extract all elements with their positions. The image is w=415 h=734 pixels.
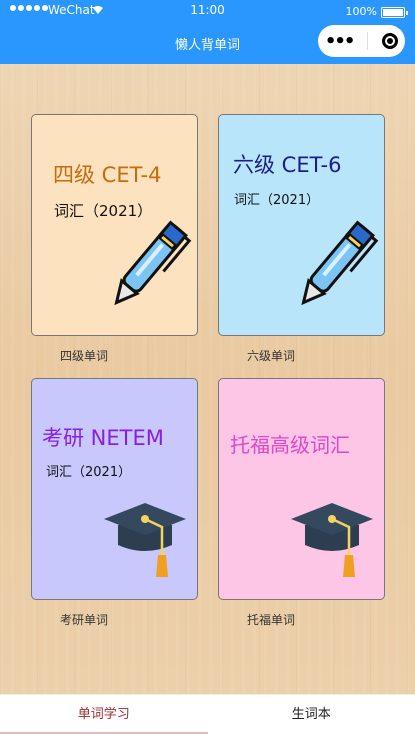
card-subtitle: 词汇（2021） — [46, 465, 132, 480]
card-caption-toefl: 托福单词 — [247, 613, 296, 627]
card-caption-cet4: 四级单词 — [60, 349, 109, 363]
card-caption-netem: 考研单词 — [60, 613, 109, 627]
card-toefl[interactable]: 托福高级词汇 — [218, 378, 385, 600]
capsule-divider — [367, 32, 369, 50]
tab-vocab-book[interactable]: 生词本 — [208, 695, 415, 734]
card-title: 托福高级词汇 — [230, 433, 350, 457]
card-title: 四级 CET-4 — [53, 163, 162, 187]
card-caption-cet6: 六级单词 — [247, 349, 296, 363]
pen-icon — [114, 220, 192, 306]
graduation-cap-icon — [291, 503, 373, 577]
miniprogram-capsule: ••• — [318, 25, 405, 57]
close-miniprogram-icon[interactable] — [382, 33, 399, 49]
status-bar: WeChat 11:00 100% — [0, 0, 415, 22]
card-cet6[interactable]: 六级 CET-6 词汇（2021） — [218, 114, 385, 336]
more-options-icon[interactable]: ••• — [325, 31, 355, 52]
card-cet4[interactable]: 四级 CET-4 词汇（2021） — [31, 114, 198, 336]
battery-icon — [381, 7, 408, 18]
card-title: 考研 NETEM — [42, 426, 164, 450]
card-title: 六级 CET-6 — [233, 153, 342, 177]
card-netem[interactable]: 考研 NETEM 词汇（2021） — [31, 378, 198, 600]
bottom-tab-bar: 单词学习 生词本 — [0, 694, 415, 734]
pen-icon — [301, 220, 379, 306]
card-subtitle: 词汇（2021） — [234, 193, 320, 208]
tab-word-study[interactable]: 单词学习 — [0, 695, 208, 734]
top-bar: WeChat 11:00 100% 懒人背单词 ••• — [0, 0, 415, 64]
battery-percentage: 100% — [345, 5, 377, 18]
graduation-cap-icon — [104, 503, 186, 577]
